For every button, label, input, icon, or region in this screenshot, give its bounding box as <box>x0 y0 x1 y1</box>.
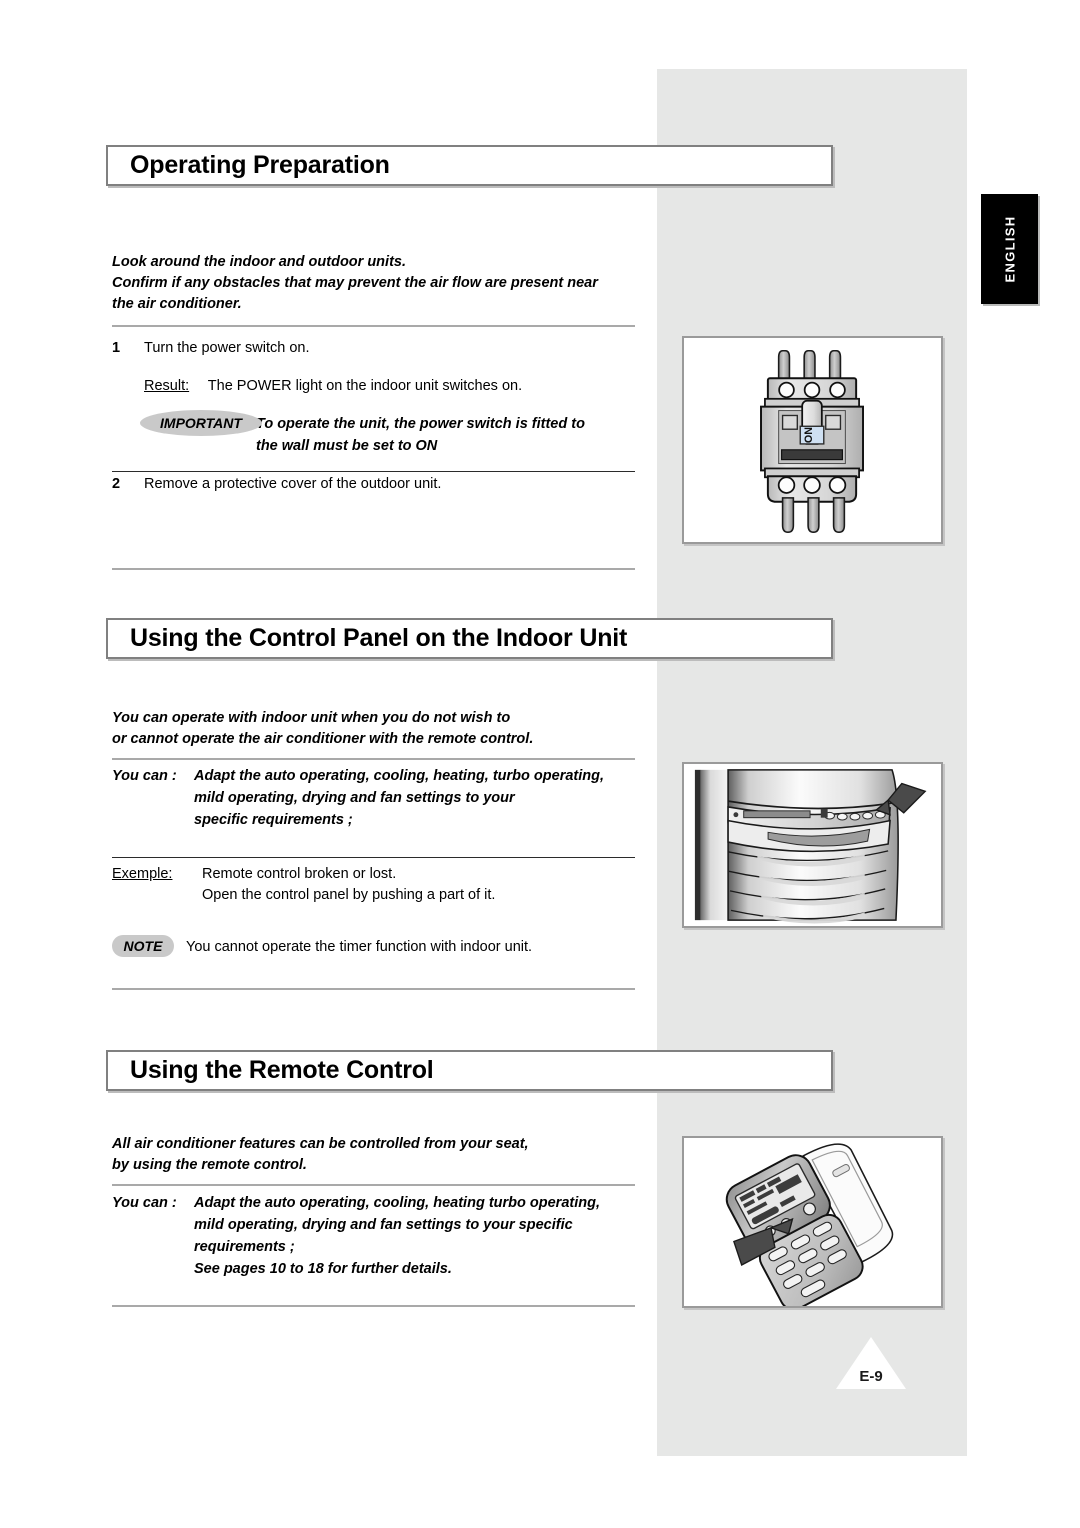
intro-line: All air conditioner features can be cont… <box>112 1136 529 1152</box>
page-content: Operating Preparation Look around the in… <box>0 0 1080 1528</box>
youcan-label: You can : <box>112 1195 177 1211</box>
figure-indoor-unit <box>682 762 943 928</box>
step-number: 2 <box>112 476 121 492</box>
section-divider <box>112 471 635 472</box>
section-divider <box>112 1184 635 1186</box>
step-number: 1 <box>112 340 121 356</box>
youcan-text: Adapt the auto operating, cooling, heati… <box>194 765 652 831</box>
exemple-line: Remote control broken or lost. <box>202 866 397 882</box>
exemple-block: Exemple: Remote control broken or lost. … <box>112 864 652 906</box>
section-title: Operating Preparation <box>130 150 390 179</box>
intro-line: Confirm if any obstacles that may preven… <box>112 275 598 291</box>
section-intro-remote-control: All air conditioner features can be cont… <box>112 1134 652 1176</box>
step-1: 1 Turn the power switch on. <box>112 338 652 358</box>
youcan-line: Adapt the auto operating, cooling, heati… <box>194 1195 600 1211</box>
section-intro-operating-preparation: Look around the indoor and outdoor units… <box>112 252 652 315</box>
intro-line: the air conditioner. <box>112 296 242 312</box>
important-callout: IMPORTANT To operate the unit, the power… <box>140 410 640 457</box>
section-divider <box>112 1305 635 1307</box>
important-line: To operate the unit, the power switch is… <box>256 416 585 432</box>
result-label: Result: <box>144 378 190 394</box>
section-header-using-remote-control: Using the Remote Control <box>106 1050 833 1091</box>
important-badge: IMPORTANT <box>140 410 262 436</box>
exemple-text: Remote control broken or lost. Open the … <box>202 864 652 906</box>
exemple-line: Open the control panel by pushing a part… <box>202 887 496 903</box>
important-text: To operate the unit, the power switch is… <box>256 410 640 457</box>
figure-remote-control <box>682 1136 943 1308</box>
step-text: Remove a protective cover of the outdoor… <box>144 476 442 492</box>
section-intro-control-panel: You can operate with indoor unit when yo… <box>112 708 652 750</box>
youcan-line: mild operating, drying and fan settings … <box>194 1217 573 1233</box>
exemple-label: Exemple: <box>112 866 173 882</box>
youcan-text: Adapt the auto operating, cooling, heati… <box>194 1192 652 1280</box>
page-number-marker: E-9 <box>836 1337 906 1389</box>
note-badge: NOTE <box>112 935 174 957</box>
section-divider <box>112 325 635 327</box>
section-divider <box>112 988 635 990</box>
intro-line: by using the remote control. <box>112 1157 307 1173</box>
section-divider <box>112 568 635 570</box>
section-header-operating-preparation: Operating Preparation <box>106 145 833 186</box>
intro-line: You can operate with indoor unit when yo… <box>112 710 511 726</box>
youcan-line: specific requirements ; <box>194 812 353 828</box>
figure-circuit-breaker: ON <box>682 336 943 544</box>
section-title: Using the Remote Control <box>130 1055 434 1084</box>
section-header-using-control-panel: Using the Control Panel on the Indoor Un… <box>106 618 833 659</box>
indoor-unit-icon <box>685 764 940 926</box>
step-2: 2 Remove a protective cover of the outdo… <box>112 474 652 494</box>
intro-line: Look around the indoor and outdoor units… <box>112 254 406 270</box>
step-text: Turn the power switch on. <box>144 340 310 356</box>
result-text: The POWER light on the indoor unit switc… <box>207 378 523 394</box>
youcan-line: See pages 10 to 18 for further details. <box>194 1261 452 1277</box>
note-callout: NOTE You cannot operate the timer functi… <box>112 935 652 958</box>
youcan-block-control-panel: You can : Adapt the auto operating, cool… <box>112 765 652 831</box>
step-result: Result: The POWER light on the indoor un… <box>144 376 644 396</box>
page-number-label: E-9 <box>859 1368 883 1385</box>
section-divider <box>112 758 635 760</box>
youcan-line: requirements ; <box>194 1239 295 1255</box>
circuit-breaker-icon: ON <box>760 349 864 533</box>
youcan-block-remote-control: You can : Adapt the auto operating, cool… <box>112 1192 652 1280</box>
section-title: Using the Control Panel on the Indoor Un… <box>130 623 628 652</box>
breaker-switch-label: ON <box>803 427 815 443</box>
section-divider <box>112 857 635 858</box>
youcan-line: Adapt the auto operating, cooling, heati… <box>194 768 605 784</box>
youcan-label: You can : <box>112 768 177 784</box>
youcan-line: mild operating, drying and fan settings … <box>194 790 515 806</box>
important-line: the wall must be set to ON <box>256 438 438 454</box>
remote-control-icon <box>685 1138 940 1306</box>
note-text: You cannot operate the timer function wi… <box>186 939 533 955</box>
intro-line: or cannot operate the air conditioner wi… <box>112 731 534 747</box>
